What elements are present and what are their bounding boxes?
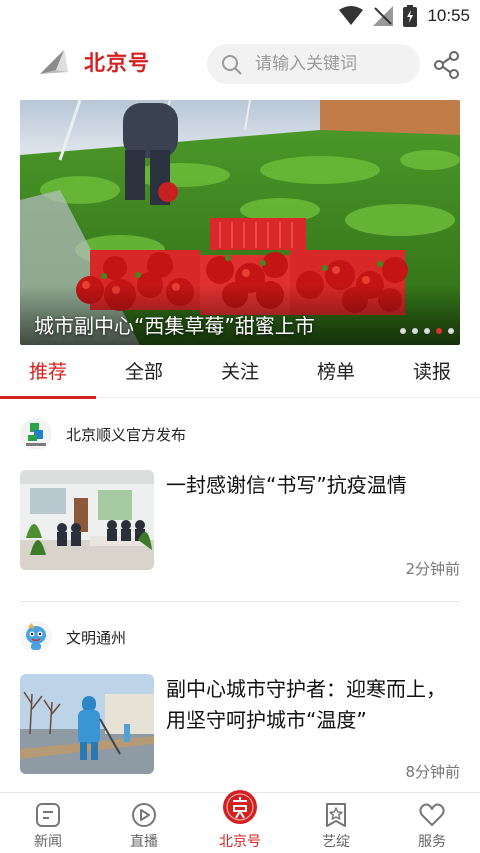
divider <box>20 601 460 602</box>
article-title[interactable]: 副中心城市守护者：迎寒而上，用坚守呵护城市“温度” <box>166 674 456 736</box>
category-tabs: 推荐 全部 关注 榜单 读报 <box>0 352 480 399</box>
carousel-dot <box>448 328 454 334</box>
nav-label: 直播 <box>130 834 158 850</box>
status-icons: 10:55 <box>339 4 470 28</box>
status-time: 10:55 <box>427 6 470 25</box>
nav-item-news[interactable]: 新闻 <box>0 793 96 853</box>
no-signal-icon <box>373 6 394 26</box>
yizhan-badge-icon <box>326 803 346 827</box>
tab-newspaper[interactable]: 读报 <box>384 352 480 396</box>
nav-label: 新闻 <box>34 834 62 850</box>
tab-active-indicator <box>0 396 96 399</box>
nav-label: 艺绽 <box>322 834 350 850</box>
page-title: 北京号 <box>84 51 150 75</box>
source-name: 文明通州 <box>66 628 127 647</box>
wifi-icon <box>339 6 364 25</box>
live-play-icon <box>132 803 156 827</box>
news-card[interactable]: 文明通州 副中心城市守护者：迎寒而上，用坚守呵护城市“温度” 8分钟前 <box>20 621 460 781</box>
app-header: 北京号 <box>0 38 480 96</box>
article-thumbnail <box>20 674 154 774</box>
source-row[interactable]: 文明通州 <box>20 621 126 653</box>
banner-caption: 城市副中心“西集草莓”甜蜜上市 <box>34 314 315 338</box>
brand[interactable]: 北京号 <box>38 46 150 78</box>
article-title[interactable]: 一封感谢信“书写”抗疫温情 <box>166 470 456 501</box>
meeting-photo <box>20 470 154 570</box>
battery-charging-icon <box>403 5 418 27</box>
status-bar: 10:55 <box>0 0 480 32</box>
carousel-dot <box>400 328 406 334</box>
nav-label: 北京号 <box>219 834 261 850</box>
beijing-hao-icon <box>223 790 257 824</box>
nav-item-yizhan[interactable]: 艺绽 <box>288 793 384 853</box>
beijing-hao-logo-icon <box>40 50 68 74</box>
article-thumbnail <box>20 470 154 570</box>
nav-label: 服务 <box>418 834 446 850</box>
source-avatar <box>20 621 52 653</box>
search-input[interactable] <box>255 44 415 84</box>
news-icon <box>36 803 60 827</box>
share-icon[interactable] <box>432 50 462 80</box>
carousel-indicator <box>400 328 454 334</box>
article-time: 8分钟前 <box>405 763 460 781</box>
nav-item-beijing-hao[interactable]: 北京号 <box>192 790 288 853</box>
carousel-dot <box>412 328 418 334</box>
wenming-tongzhou-mascot-icon <box>20 621 52 653</box>
tab-ranking[interactable]: 榜单 <box>288 352 384 396</box>
carousel-dot <box>424 328 430 334</box>
tab-follow[interactable]: 关注 <box>192 352 288 396</box>
source-name: 北京顺义官方发布 <box>66 425 187 444</box>
banner-image <box>20 100 460 345</box>
source-avatar <box>20 418 52 450</box>
sanitation-worker-photo <box>20 674 154 774</box>
bottom-navigation: 新闻 直播 北京号 艺绽 服务 <box>0 790 480 853</box>
heart-icon <box>419 803 445 826</box>
search-box[interactable] <box>207 44 420 84</box>
source-row[interactable]: 北京顺义官方发布 <box>20 418 186 450</box>
article-time: 2分钟前 <box>405 560 460 578</box>
carousel-dot-active <box>436 328 442 334</box>
tab-recommend[interactable]: 推荐 <box>0 352 96 396</box>
nav-item-service[interactable]: 服务 <box>384 793 480 853</box>
shunyi-logo-icon <box>20 418 52 450</box>
search-icon <box>222 55 242 75</box>
news-card[interactable]: 北京顺义官方发布 一封感谢信“书写”抗疫温情 2分钟前 <box>20 418 460 578</box>
banner-carousel[interactable]: 城市副中心“西集草莓”甜蜜上市 <box>20 100 460 345</box>
tab-all[interactable]: 全部 <box>96 352 192 396</box>
nav-item-live[interactable]: 直播 <box>96 793 192 853</box>
